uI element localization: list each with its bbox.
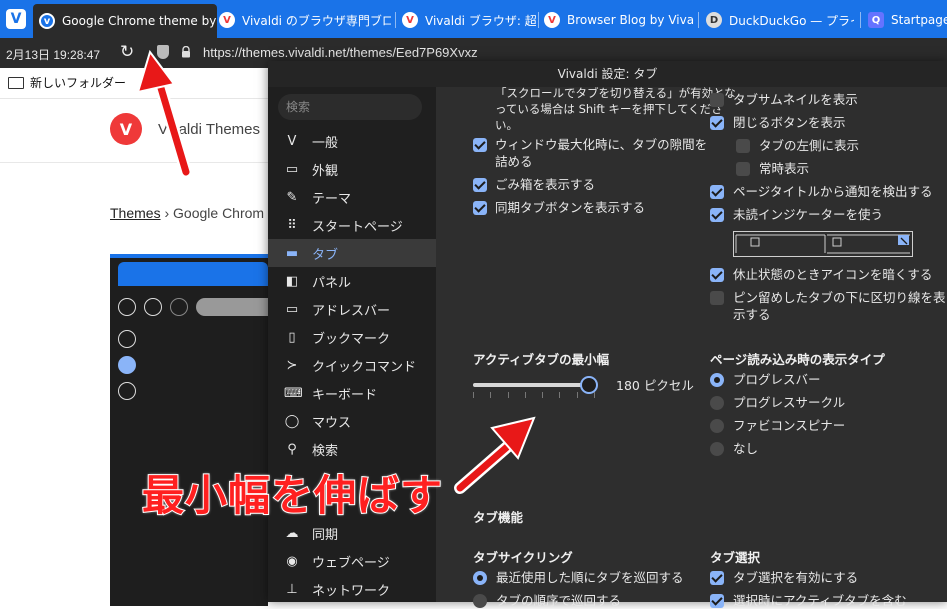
arrow-to-slider [454,416,536,494]
annotation-caption: 最小幅を伸ばす [141,470,444,521]
arrow-to-shield-icon [136,49,192,178]
